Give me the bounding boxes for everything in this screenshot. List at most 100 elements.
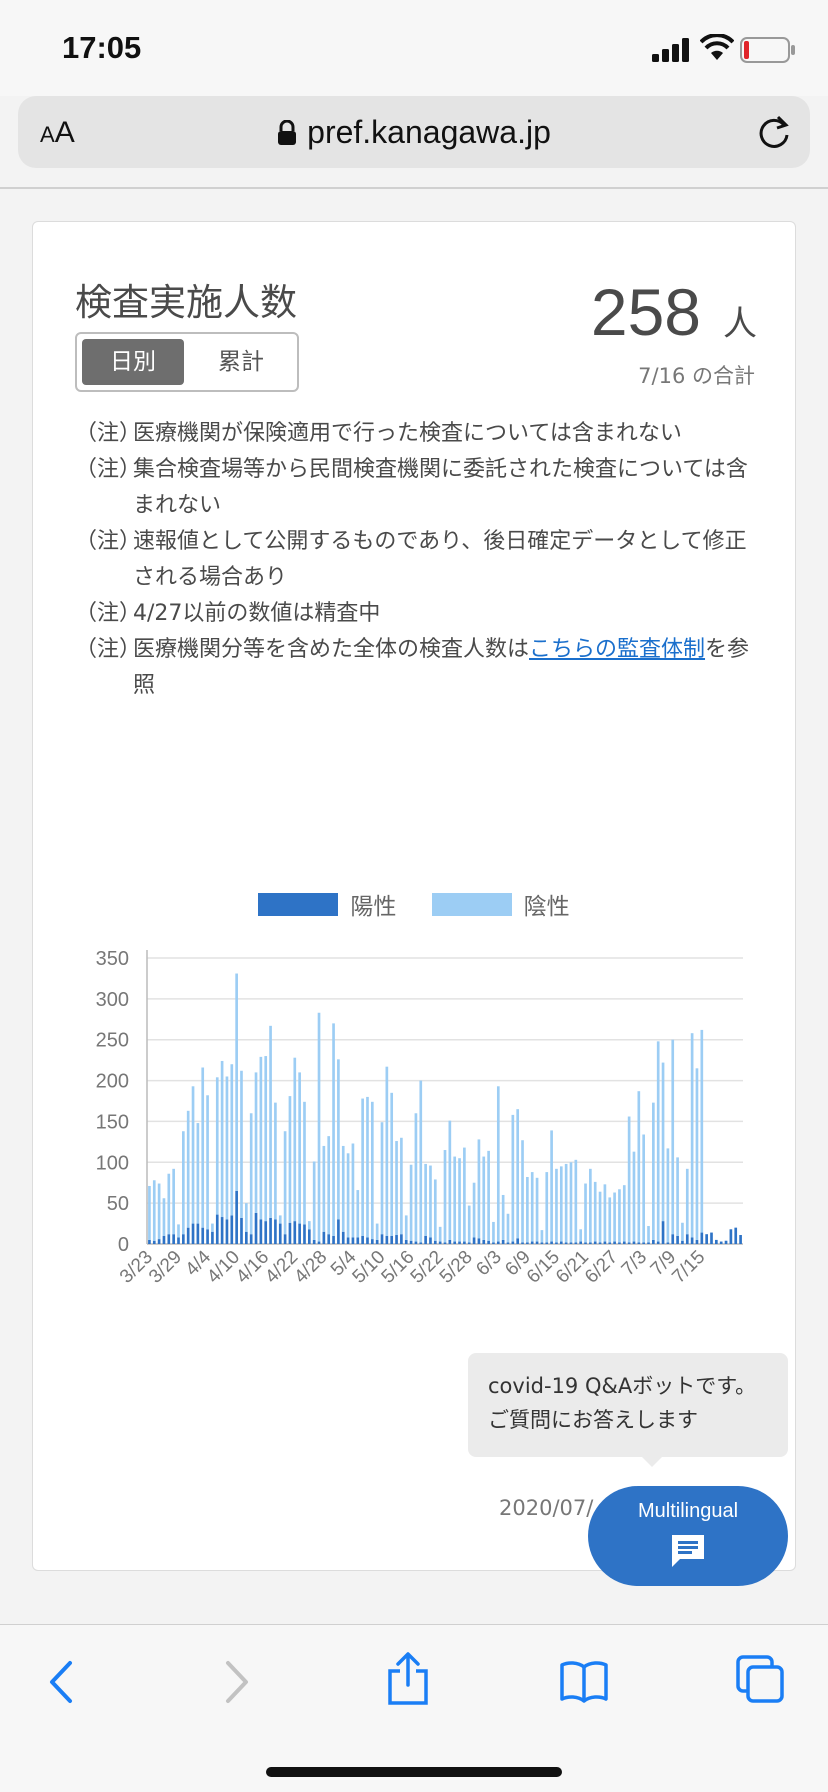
note-mark: （注） bbox=[75, 421, 142, 446]
bar-positive bbox=[671, 1234, 675, 1244]
bar-negative bbox=[148, 1185, 151, 1240]
bar-negative bbox=[477, 1139, 481, 1239]
bar-positive bbox=[511, 1241, 515, 1244]
forward-icon[interactable] bbox=[220, 1657, 254, 1707]
url-domain[interactable]: pref.kanagawa.jp bbox=[18, 114, 810, 151]
bookmarks-icon[interactable] bbox=[560, 1659, 608, 1703]
bar-negative bbox=[303, 1101, 306, 1225]
bar-positive bbox=[647, 1242, 650, 1244]
note-item: （注） 医療機関が保険適用で行った検査については含まれない bbox=[75, 416, 765, 452]
wifi-icon bbox=[700, 34, 734, 60]
bar-positive bbox=[366, 1237, 369, 1244]
bar-negative bbox=[400, 1137, 403, 1235]
bar-positive bbox=[288, 1222, 292, 1244]
bar-negative bbox=[463, 1147, 466, 1242]
bar-positive bbox=[196, 1223, 200, 1244]
bar-positive bbox=[235, 1190, 238, 1244]
bar-negative bbox=[550, 1130, 553, 1242]
bar-positive bbox=[705, 1234, 708, 1244]
note-mark: （注） bbox=[75, 637, 142, 662]
bar-positive bbox=[622, 1241, 626, 1244]
legend-item-positive[interactable]: 陽性 bbox=[258, 887, 396, 921]
legend-label: 陽性 bbox=[350, 894, 397, 920]
bar-positive bbox=[739, 1235, 742, 1244]
bar-positive bbox=[269, 1217, 272, 1244]
bar-negative bbox=[608, 1197, 612, 1243]
bar-negative bbox=[293, 1057, 297, 1222]
bar-negative bbox=[177, 1224, 180, 1238]
bar-negative bbox=[593, 1181, 597, 1242]
bar-positive bbox=[463, 1241, 466, 1244]
bar-positive bbox=[327, 1234, 331, 1244]
bar-negative bbox=[215, 1077, 219, 1215]
bar-negative bbox=[390, 1092, 394, 1236]
y-tick-label: 250 bbox=[96, 1030, 129, 1052]
audit-system-link[interactable]: こちらの監査体制 bbox=[529, 637, 705, 662]
legend-swatch bbox=[431, 892, 512, 916]
address-bar[interactable]: AA pref.kanagawa.jp bbox=[18, 96, 810, 168]
bar-negative bbox=[274, 1102, 277, 1220]
bar-negative bbox=[501, 1194, 505, 1240]
chatbot-bubble[interactable]: covid-19 Q&Aボットです。 ご質問にお答えします bbox=[468, 1353, 788, 1457]
bar-negative bbox=[288, 1096, 292, 1223]
bar-negative bbox=[167, 1173, 171, 1235]
bar-negative bbox=[516, 1109, 520, 1239]
bar-positive bbox=[409, 1240, 413, 1244]
bar-positive bbox=[361, 1235, 364, 1244]
bar-positive bbox=[472, 1237, 476, 1244]
bar-negative bbox=[564, 1163, 568, 1243]
note-mark: （注） bbox=[75, 529, 142, 554]
bar-negative bbox=[312, 1161, 316, 1240]
bar-negative bbox=[424, 1163, 427, 1236]
bar-positive bbox=[666, 1242, 670, 1244]
bar-negative bbox=[332, 1023, 335, 1236]
bar-positive bbox=[341, 1231, 345, 1244]
bar-negative bbox=[385, 1066, 389, 1236]
bar-positive bbox=[569, 1242, 573, 1244]
note-item: （注） 集合検査場等から民間検査機関に委託された検査については含まれない bbox=[75, 452, 765, 524]
legend-item-negative[interactable]: 陰性 bbox=[431, 887, 570, 921]
bar-positive bbox=[429, 1237, 432, 1244]
bar-positive bbox=[356, 1237, 360, 1244]
bar-negative bbox=[506, 1213, 510, 1243]
bar-negative bbox=[337, 1059, 340, 1220]
bar-negative bbox=[225, 1076, 229, 1220]
share-icon[interactable] bbox=[386, 1651, 430, 1707]
bar-negative bbox=[642, 1134, 645, 1243]
bar-positive bbox=[438, 1241, 442, 1244]
bar-positive bbox=[206, 1229, 209, 1244]
x-tick-label: 5/28 bbox=[436, 1247, 477, 1288]
bar-negative bbox=[259, 1056, 263, 1220]
bar-positive bbox=[589, 1242, 592, 1244]
bar-negative bbox=[186, 1110, 190, 1228]
bar-negative bbox=[492, 1221, 495, 1243]
bar-negative bbox=[676, 1157, 679, 1236]
bar-negative bbox=[351, 1143, 355, 1238]
bar-positive bbox=[637, 1242, 641, 1244]
back-icon[interactable] bbox=[44, 1657, 78, 1707]
bar-positive bbox=[652, 1239, 655, 1244]
tabs-icon[interactable] bbox=[736, 1655, 786, 1705]
total-unit: 人 bbox=[723, 304, 757, 344]
bar-positive bbox=[656, 1241, 660, 1244]
multilingual-chat-button[interactable]: Multilingual bbox=[588, 1486, 788, 1586]
bar-positive bbox=[322, 1231, 326, 1244]
bar-negative bbox=[603, 1184, 607, 1242]
status-time: 17:05 bbox=[62, 30, 142, 65]
bar-negative bbox=[458, 1158, 461, 1242]
note-item: （注） 4/27以前の数値は精査中 bbox=[75, 596, 765, 632]
bar-negative bbox=[622, 1185, 626, 1242]
bar-positive bbox=[395, 1235, 398, 1244]
x-tick-label: 6/27 bbox=[581, 1247, 622, 1288]
toggle-cumulative-button[interactable]: 累計 bbox=[190, 339, 292, 385]
note-item: （注） 速報値として公開するものであり、後日確定データとして修正される場合あり bbox=[75, 524, 765, 596]
bar-positive bbox=[496, 1241, 500, 1244]
daily-cumulative-toggle: 日別 累計 bbox=[75, 332, 299, 392]
bar-negative bbox=[201, 1067, 205, 1228]
bar-negative bbox=[370, 1101, 374, 1240]
bar-negative bbox=[637, 1091, 641, 1243]
bar-positive bbox=[245, 1231, 248, 1244]
bar-negative bbox=[283, 1131, 287, 1235]
reload-icon[interactable] bbox=[756, 113, 792, 151]
toggle-daily-button[interactable]: 日別 bbox=[82, 339, 184, 385]
